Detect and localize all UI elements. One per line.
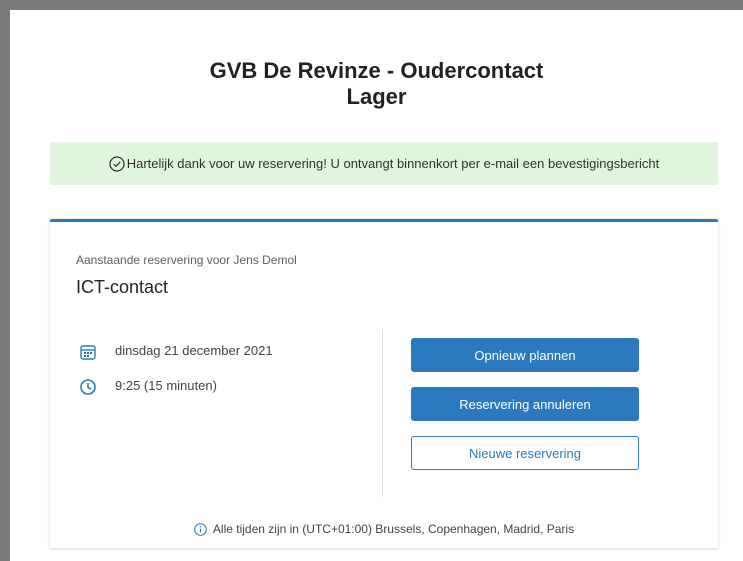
- timezone-note: Alle tijden zijn in (UTC+01:00) Brussels…: [50, 522, 718, 536]
- page-title: GVB De Revinze - Oudercontact Lager: [10, 58, 743, 110]
- vertical-divider: [382, 330, 383, 497]
- cancel-booking-button[interactable]: Reservering annuleren: [411, 387, 639, 421]
- service-name: ICT-contact: [76, 277, 169, 297]
- page-title-line1: GVB De Revinze - Oudercontact: [209, 58, 544, 83]
- calendar-icon: [80, 345, 96, 360]
- upcoming-label: Aanstaande reservering voor Jens Demol: [76, 253, 297, 267]
- window-frame-top: [0, 0, 743, 10]
- new-booking-button[interactable]: Nieuwe reservering: [411, 436, 639, 470]
- booking-time: 9:25 (15 minuten): [115, 378, 217, 393]
- info-icon: [194, 522, 207, 536]
- confirmation-banner: Hartelijk dank voor uw reservering! U on…: [50, 142, 718, 185]
- booking-card: Aanstaande reservering voor Jens Demol I…: [50, 219, 718, 548]
- date-row: dinsdag 21 december 2021: [79, 343, 273, 361]
- confirmation-message: Hartelijk dank voor uw reservering! U on…: [126, 156, 660, 171]
- time-row: 9:25 (15 minuten): [79, 378, 217, 396]
- clock-icon: [80, 379, 96, 395]
- check-circle-icon: [109, 155, 125, 172]
- booking-date: dinsdag 21 december 2021: [115, 343, 273, 358]
- reschedule-button[interactable]: Opnieuw plannen: [411, 338, 639, 372]
- page-title-line2: Lager: [346, 84, 407, 109]
- timezone-text: Alle tijden zijn in (UTC+01:00) Brussels…: [212, 522, 575, 536]
- window-frame-left: [0, 0, 10, 561]
